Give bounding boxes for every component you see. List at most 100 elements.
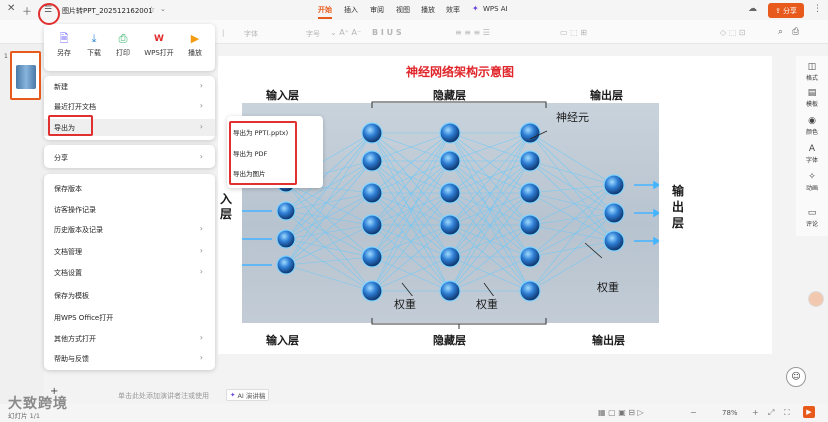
insert-icons[interactable]: ▭ ⬚ ⊞	[560, 28, 587, 37]
font-dropdown-divider: |	[222, 29, 225, 37]
neuron-node	[439, 122, 461, 144]
zoom-in-icon[interactable]: +	[752, 408, 759, 417]
zoom-out-icon[interactable]: −	[690, 408, 697, 417]
neuron-node	[519, 150, 541, 172]
sidebar-animation[interactable]: ✧ 动画	[796, 172, 828, 192]
wps-ai-button[interactable]: WPS AI	[483, 5, 508, 13]
menu-item-recent[interactable]: 最近打开文档	[54, 102, 96, 112]
menu-item-save-template[interactable]: 保存为模板	[54, 291, 89, 301]
connection-line	[529, 192, 615, 242]
tab-view[interactable]: 视图	[396, 5, 410, 15]
neuron-node	[361, 280, 383, 302]
tab-home[interactable]: 开始	[318, 5, 332, 19]
slide-title[interactable]: 神经网络架构示意图	[370, 63, 550, 80]
menu-item-visitor-log[interactable]: 访客操作记录	[54, 205, 96, 215]
menu-item-new[interactable]: 新建	[54, 82, 68, 92]
ai-notes-button[interactable]: ✦ AI 演讲稿	[226, 389, 270, 401]
wps-open-icon: W	[154, 34, 164, 44]
print-icon[interactable]: ⎙	[792, 27, 799, 37]
chevron-right-icon: ›	[199, 267, 203, 276]
new-tab-icon[interactable]: ＋	[22, 3, 32, 18]
menu-item-open-wps[interactable]: 用WPS Office打开	[54, 313, 113, 323]
tab-review[interactable]: 审阅	[370, 5, 384, 15]
close-tab-icon[interactable]: ✕	[7, 3, 15, 14]
quick-play[interactable]: ▶ 播放	[180, 32, 210, 58]
watermark: 大致跨境	[8, 396, 68, 412]
neuron-node	[439, 214, 461, 236]
fullscreen-icon[interactable]: ⛶	[784, 408, 790, 418]
more-icon[interactable]: ⋮	[813, 4, 822, 14]
sidebar-color[interactable]: ◉ 颜色	[796, 116, 828, 136]
quick-download[interactable]: ⤓ 下载	[79, 32, 109, 58]
quick-print[interactable]: ⎙ 打印	[108, 32, 138, 58]
sidebar-font[interactable]: A 字体	[796, 144, 828, 164]
play-slideshow-icon[interactable]: ▶	[803, 406, 815, 418]
font-size-dropdown[interactable]: 字号	[306, 29, 320, 39]
neuron-node	[519, 280, 541, 302]
font-dropdown[interactable]: 字体	[244, 29, 258, 39]
assistant-icon[interactable]: ☺	[786, 367, 806, 387]
font-toolbar-icons[interactable]: ⌄ A⁺ A⁻	[330, 28, 361, 37]
thumb-image	[16, 65, 36, 89]
connection-line	[285, 182, 373, 258]
share-icon: ⇪	[775, 6, 781, 15]
animation-icon: ✧	[808, 172, 816, 182]
quick-wps-open[interactable]: W WPS打开	[140, 32, 178, 58]
neuron-node	[519, 246, 541, 268]
label-weight-right: 权重	[597, 281, 619, 294]
paragraph-icons[interactable]: ≡ ≡ ≡ ☰	[455, 28, 490, 37]
wps-ai-icon: ✦	[472, 4, 479, 13]
slide-thumbnail[interactable]	[10, 51, 41, 100]
star-icon[interactable]: ☆	[148, 5, 155, 14]
main-menu-highlight	[38, 3, 60, 25]
menu-item-doc-manage[interactable]: 文档管理	[54, 247, 82, 257]
neuron-node	[276, 229, 296, 249]
label-output-layer-side: 输出层	[672, 184, 685, 230]
neuron-node	[439, 246, 461, 268]
view-icons[interactable]: ▦ ▢ ▣ ⊟ ▷	[598, 408, 644, 417]
cloud-icon[interactable]: ☁	[748, 4, 757, 14]
neuron-node	[361, 150, 383, 172]
label-input-layer-top: 输入层	[266, 89, 299, 102]
sidebar-format[interactable]: ◫ 格式	[796, 62, 828, 82]
font-icon: A	[808, 144, 816, 154]
fit-icon[interactable]: ⤢	[768, 408, 774, 418]
neuron-node	[361, 182, 383, 204]
menu-item-help[interactable]: 帮助与反馈	[54, 354, 89, 364]
tab-insert[interactable]: 插入	[344, 5, 358, 15]
quick-save-as[interactable]: 🗎 另存	[49, 32, 79, 58]
label-weight-1: 权重	[394, 296, 416, 312]
shape-icons[interactable]: ◇ ⬚ ⊡	[720, 28, 746, 37]
status-bar	[0, 404, 828, 422]
sidebar-template[interactable]: ▤ 模板	[796, 88, 828, 108]
avatar[interactable]	[808, 291, 824, 307]
zoom-level[interactable]: 78%	[722, 409, 738, 417]
export-highlight-box	[48, 115, 93, 136]
hidden-layer-bracket	[371, 318, 547, 329]
search-icon[interactable]: ⌕	[778, 27, 783, 37]
text-format-icons[interactable]: B I U S	[372, 28, 402, 37]
file-name[interactable]: 图片转PPT_202512162001	[62, 6, 153, 16]
chevron-right-icon: ›	[199, 81, 203, 90]
palette-icon: ◉	[808, 116, 816, 126]
neuron-node	[276, 255, 296, 275]
chevron-down-icon[interactable]: ⌄	[160, 5, 166, 13]
print-icon: ⎙	[118, 32, 128, 45]
menu-item-share[interactable]: 分享	[54, 153, 68, 163]
chevron-right-icon: ›	[199, 122, 203, 131]
connection-line	[285, 264, 373, 292]
share-button[interactable]: ⇪ 分享	[768, 3, 804, 18]
neuron-node	[439, 280, 461, 302]
tab-efficiency[interactable]: 效率	[446, 5, 460, 15]
notes-placeholder[interactable]: 单击此处添加演讲者注或使用	[118, 391, 209, 401]
format-icon: ◫	[807, 62, 817, 72]
menu-item-save-version[interactable]: 保存版本	[54, 184, 82, 194]
menu-item-open-other[interactable]: 其他方式打开	[54, 334, 96, 344]
menu-item-history[interactable]: 历史版本及记录	[54, 225, 103, 235]
connection-line	[285, 238, 373, 292]
sidebar-comment[interactable]: ▭ 评论	[796, 208, 828, 228]
menu-item-doc-settings[interactable]: 文档设置	[54, 268, 82, 278]
tab-play[interactable]: 播放	[421, 5, 435, 15]
neuron-node	[603, 174, 625, 196]
connection-line	[285, 192, 373, 212]
